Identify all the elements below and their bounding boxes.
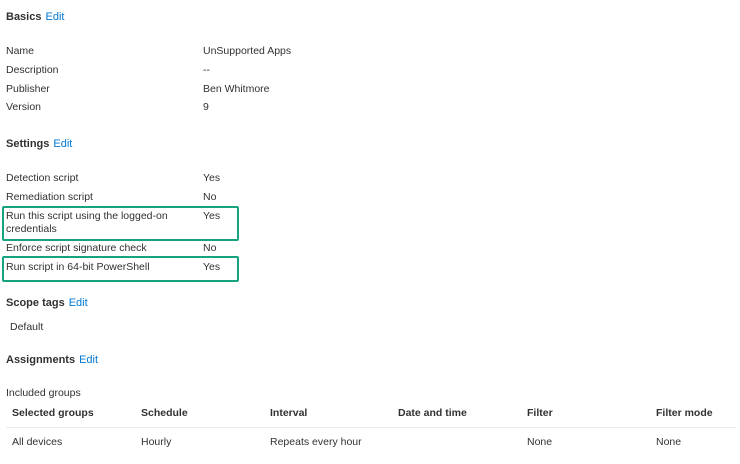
column-header-interval: Interval bbox=[270, 407, 308, 419]
signature-check-label: Enforce script signature check bbox=[6, 242, 147, 254]
basics-edit-link[interactable]: Edit bbox=[45, 11, 64, 23]
remediation-script-value: No bbox=[203, 191, 217, 203]
cell-filter: None bbox=[521, 427, 650, 454]
detection-script-label: Detection script bbox=[6, 172, 79, 184]
settings-heading: Settings bbox=[6, 138, 50, 150]
version-value: 9 bbox=[203, 101, 209, 113]
assignments-section-title: Assignments Edit bbox=[6, 354, 98, 366]
signature-check-value: No bbox=[203, 242, 217, 254]
column-header-filter-mode: Filter mode bbox=[656, 407, 713, 419]
detection-script-value: Yes bbox=[203, 172, 221, 184]
highlight-box-credentials bbox=[2, 206, 239, 241]
name-value: UnSupported Apps bbox=[203, 45, 292, 57]
publisher-value: Ben Whitmore bbox=[203, 83, 270, 95]
cell-selected-group: All devices bbox=[6, 427, 135, 454]
settings-edit-link[interactable]: Edit bbox=[53, 138, 72, 150]
assignments-heading: Assignments bbox=[6, 354, 76, 366]
column-header-selected-groups: Selected groups bbox=[12, 407, 94, 419]
column-header-schedule: Schedule bbox=[141, 407, 188, 419]
basics-heading: Basics bbox=[6, 11, 42, 23]
description-value: -- bbox=[203, 64, 210, 76]
scope-tags-section-title: Scope tags Edit bbox=[6, 297, 88, 309]
cell-date-and-time bbox=[392, 427, 521, 454]
name-label: Name bbox=[6, 45, 35, 57]
assignments-header-row: Selected groups Schedule Interval Date a… bbox=[6, 404, 736, 428]
column-header-date-and-time: Date and time bbox=[398, 407, 467, 419]
scope-tags-edit-link[interactable]: Edit bbox=[69, 297, 88, 309]
cell-interval: Repeats every hour bbox=[264, 427, 392, 454]
basics-section-title: Basics Edit bbox=[6, 11, 64, 23]
publisher-label: Publisher bbox=[6, 83, 50, 95]
remediation-script-label: Remediation script bbox=[6, 191, 93, 203]
highlight-box-64bit bbox=[2, 256, 239, 282]
cell-schedule: Hourly bbox=[135, 427, 264, 454]
assignments-table: Selected groups Schedule Interval Date a… bbox=[6, 404, 736, 454]
scope-tag-value: Default bbox=[10, 321, 44, 333]
version-label: Version bbox=[6, 101, 42, 113]
description-label: Description bbox=[6, 64, 59, 76]
table-row: All devices Hourly Repeats every hour No… bbox=[6, 427, 736, 454]
column-header-filter: Filter bbox=[527, 407, 553, 419]
included-groups-label: Included groups bbox=[6, 387, 81, 399]
cell-filter-mode: None bbox=[650, 427, 736, 454]
settings-section-title: Settings Edit bbox=[6, 138, 72, 150]
assignments-edit-link[interactable]: Edit bbox=[79, 354, 98, 366]
scope-tags-heading: Scope tags bbox=[6, 297, 65, 309]
